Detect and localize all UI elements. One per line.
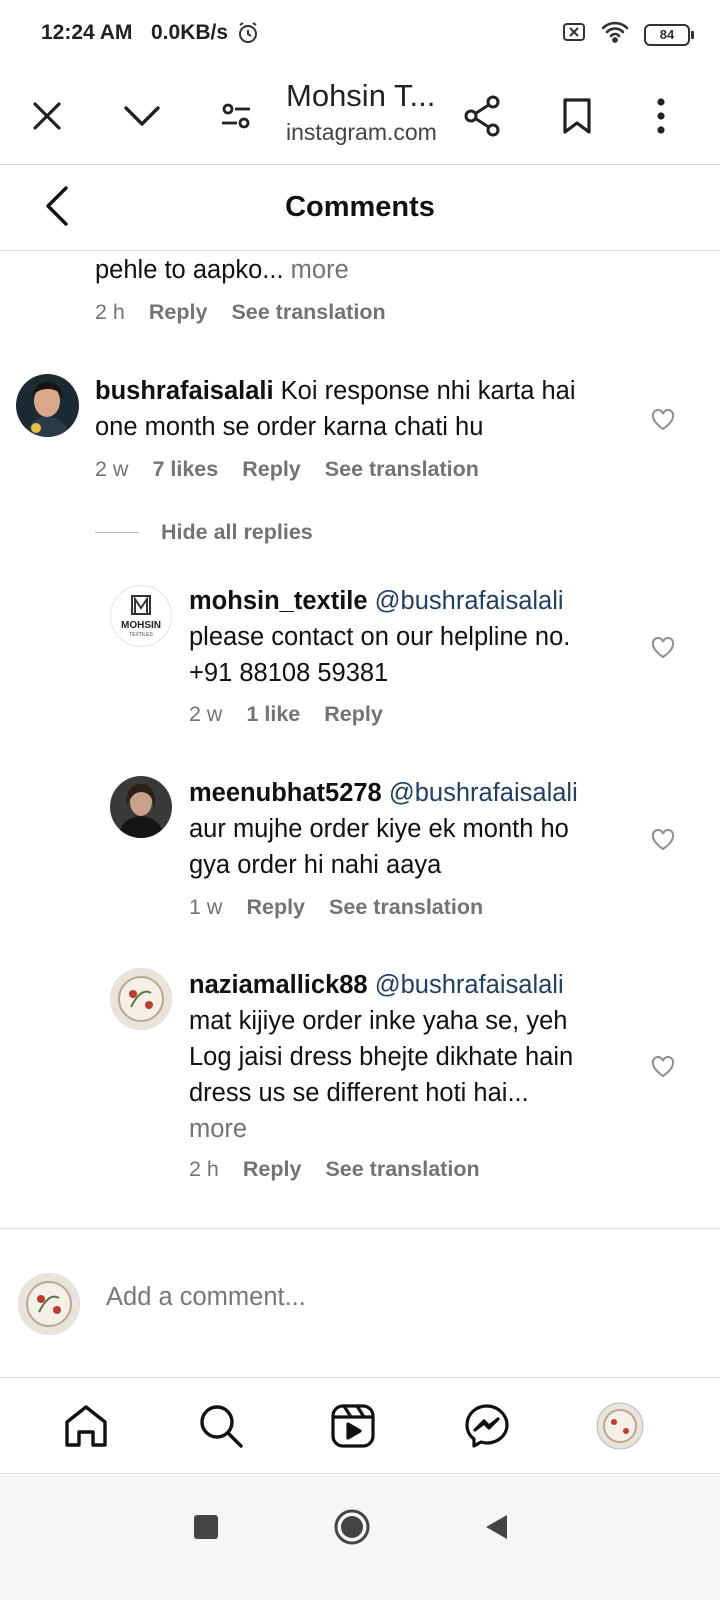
page-url[interactable]: instagram.com	[286, 119, 446, 146]
recents-icon[interactable]	[184, 1505, 228, 1549]
page-title[interactable]: Mohsin T...	[286, 78, 435, 114]
comment-time: 2 h	[95, 300, 125, 324]
reels-icon[interactable]	[327, 1400, 379, 1452]
see-translation-button[interactable]: See translation	[231, 300, 385, 325]
search-icon[interactable]	[195, 1400, 247, 1452]
reply-meta: 2 h Reply See translation	[189, 1157, 480, 1182]
reply-meta: 1 w Reply See translation	[189, 895, 483, 920]
add-comment-bar	[0, 1228, 720, 1378]
heart-icon[interactable]	[651, 636, 679, 663]
bookmark-icon[interactable]	[553, 92, 601, 140]
reply-body-text: +91 88108 59381	[189, 659, 389, 687]
reply-time: 1 w	[189, 895, 223, 919]
status-time: 12:24 AM	[41, 21, 133, 44]
reply-body-text: aur mujhe order kiye ek month ho	[189, 815, 569, 843]
messenger-icon[interactable]	[461, 1400, 513, 1452]
close-icon[interactable]	[23, 92, 71, 140]
status-bar: 12:24 AM 0.0KB/s 84	[0, 0, 720, 68]
comments-header: Comments	[0, 165, 720, 251]
profile-avatar[interactable]	[594, 1400, 646, 1452]
reply-button[interactable]: Reply	[242, 457, 301, 482]
sim-off-icon	[562, 21, 586, 48]
reply-button[interactable]: Reply	[243, 1157, 302, 1182]
home-icon[interactable]	[60, 1400, 112, 1452]
reply-text: naziamallick88 @bushrafaisalali mat kiji…	[189, 967, 644, 1147]
alarm-icon	[236, 21, 260, 50]
more-link[interactable]: more	[189, 1115, 247, 1143]
likes-count[interactable]: 1 like	[246, 702, 300, 727]
comment-body-text: Koi response nhi karta hai	[280, 377, 576, 405]
hide-replies-toggle[interactable]: Hide all replies	[95, 520, 313, 545]
site-settings-icon[interactable]	[212, 92, 260, 140]
comment-body-text: one month se order karna chati hu	[95, 413, 484, 441]
comment-meta: 2 h Reply See translation	[95, 300, 386, 325]
see-translation-button[interactable]: See translation	[325, 457, 479, 482]
reply-button[interactable]: Reply	[149, 300, 208, 325]
comment-username[interactable]: bushrafaisalali	[95, 377, 274, 405]
reply-body-text: gya order hi nahi aaya	[189, 851, 442, 879]
chevron-down-icon[interactable]	[118, 92, 166, 140]
avatar[interactable]	[110, 776, 172, 838]
more-icon[interactable]	[637, 92, 685, 140]
add-comment-input[interactable]	[106, 1283, 666, 1312]
reply-body-text: please contact on our helpline no.	[189, 623, 571, 651]
reply-text: mohsin_textile @bushrafaisalali please c…	[189, 583, 644, 691]
reply-username[interactable]: naziamallick88	[189, 971, 368, 999]
reply-time: 2 w	[189, 702, 223, 726]
status-icons: 84	[562, 20, 694, 49]
battery-level: 84	[659, 27, 675, 42]
back-nav-icon[interactable]	[474, 1505, 518, 1549]
reply-body-text: dress us se different hoti hai...	[189, 1079, 529, 1107]
comment-body-text: pehle to aapko...	[95, 256, 284, 284]
divider	[95, 531, 139, 534]
heart-icon[interactable]	[651, 828, 679, 855]
see-translation-button[interactable]: See translation	[325, 1157, 479, 1182]
share-icon[interactable]	[458, 92, 506, 140]
reply-text: meenubhat5278 @bushrafaisalali aur mujhe…	[189, 775, 644, 883]
likes-count[interactable]: 7 likes	[152, 457, 218, 482]
home-button-icon[interactable]	[330, 1505, 374, 1549]
comment-text: pehle to aapko... more	[95, 252, 349, 288]
avatar[interactable]	[16, 374, 79, 437]
avatar-brand-subtext: TEXTILES	[129, 632, 153, 638]
reply-meta: 2 w 1 like Reply	[189, 702, 383, 727]
avatar[interactable]	[110, 968, 172, 1030]
reply-body-text: mat kijiye order inke yaha se, yeh	[189, 1007, 568, 1035]
see-translation-button[interactable]: See translation	[329, 895, 483, 920]
reply-button[interactable]: Reply	[246, 895, 305, 920]
heart-icon[interactable]	[651, 1055, 679, 1082]
hide-replies-label: Hide all replies	[161, 520, 313, 544]
more-link[interactable]: more	[291, 256, 349, 284]
reply-body-text: Log jaisi dress bhejte dikhate hain	[189, 1043, 574, 1071]
network-speed: 0.0KB/s	[151, 21, 229, 44]
mention-link[interactable]: @bushrafaisalali	[375, 971, 564, 999]
page-heading: Comments	[285, 191, 435, 223]
avatar[interactable]: MOHSIN TEXTILES	[110, 585, 172, 647]
reply-button[interactable]: Reply	[324, 702, 383, 727]
mention-link[interactable]: @bushrafaisalali	[375, 587, 564, 615]
heart-icon[interactable]	[651, 408, 679, 435]
bottom-nav	[0, 1378, 720, 1474]
reply-time: 2 h	[189, 1157, 219, 1181]
browser-toolbar: Mohsin T... instagram.com	[0, 68, 720, 165]
reply-username[interactable]: mohsin_textile	[189, 587, 368, 615]
comment-text: bushrafaisalali Koi response nhi karta h…	[95, 373, 635, 445]
mention-link[interactable]: @bushrafaisalali	[389, 779, 578, 807]
battery-icon: 84	[644, 23, 694, 46]
comment-meta: 2 w 7 likes Reply See translation	[95, 457, 479, 482]
system-nav-bar	[0, 1475, 720, 1600]
current-user-avatar	[18, 1273, 80, 1335]
reply-username[interactable]: meenubhat5278	[189, 779, 382, 807]
comment-time: 2 w	[95, 457, 129, 481]
wifi-icon	[600, 20, 630, 49]
avatar-brand-text: MOHSIN	[121, 620, 161, 631]
